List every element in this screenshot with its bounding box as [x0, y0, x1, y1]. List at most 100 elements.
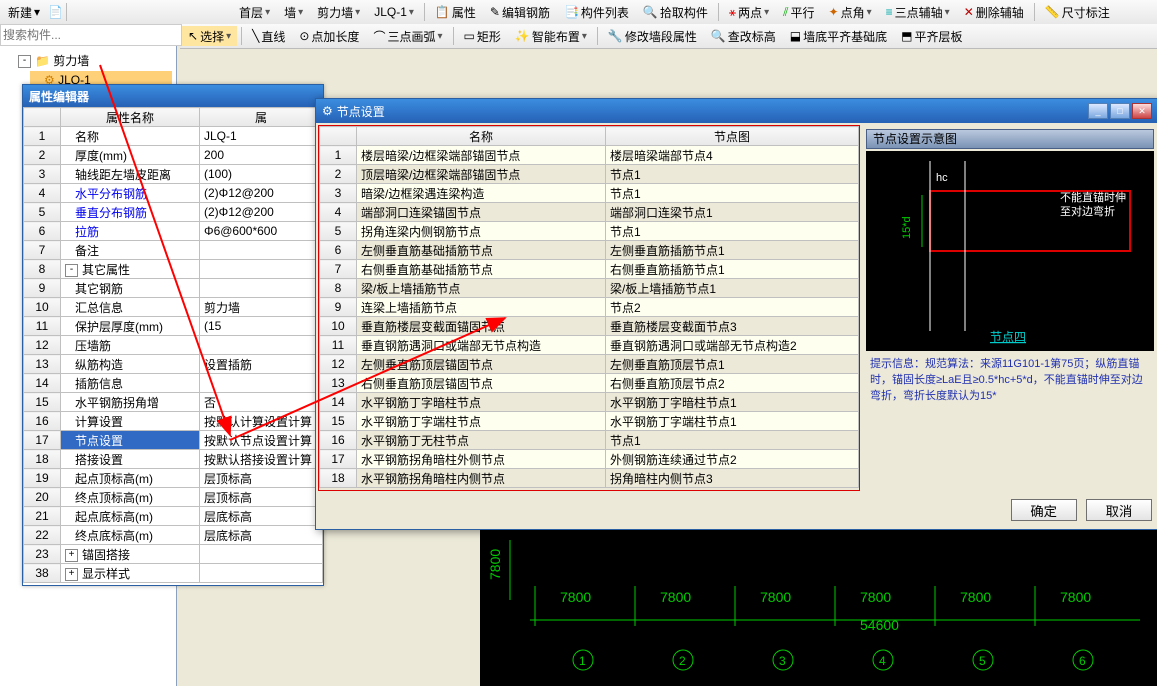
maximize-button[interactable]: □: [1110, 103, 1130, 119]
two-point-button[interactable]: ⚹两点: [723, 2, 775, 22]
search-input[interactable]: [0, 24, 182, 46]
prop-value[interactable]: 按默认搭接设置计算: [200, 450, 323, 469]
node-name[interactable]: 右侧垂直筋顶层锚固节点: [357, 374, 606, 393]
ok-button[interactable]: 确定: [1011, 499, 1077, 521]
node-img-value[interactable]: 垂直筋楼层变截面节点3: [606, 317, 859, 336]
node-img-value[interactable]: 水平钢筋丁字端柱节点1: [606, 412, 859, 431]
node-img-value[interactable]: 外侧钢筋连续通过节点2: [606, 450, 859, 469]
prop-value[interactable]: [200, 374, 323, 393]
node-img-value[interactable]: 楼层暗梁端部节点4: [606, 146, 859, 165]
prop-name[interactable]: 起点顶标高(m): [61, 469, 200, 488]
node-img-value[interactable]: 端部洞口连梁节点1: [606, 203, 859, 222]
arc-button[interactable]: ⌒三点画弧: [367, 26, 448, 46]
prop-value[interactable]: [200, 260, 323, 279]
node-name[interactable]: 端部洞口连梁锚固节点: [357, 203, 606, 222]
node-img-value[interactable]: 节点1: [606, 431, 859, 450]
close-button[interactable]: ✕: [1132, 103, 1152, 119]
prop-name[interactable]: 起点底标高(m): [61, 507, 200, 526]
prop-name[interactable]: 拉筋: [61, 222, 200, 241]
component-list-button[interactable]: 📑构件列表: [558, 2, 635, 22]
prop-name[interactable]: +显示样式: [61, 564, 200, 583]
three-aux-button[interactable]: ≡三点辅轴: [880, 2, 956, 22]
delete-aux-button[interactable]: ✕删除辅轴: [958, 2, 1030, 22]
prop-value[interactable]: Φ6@600*600: [200, 222, 323, 241]
prop-value[interactable]: 层顶标高: [200, 469, 323, 488]
wall-select[interactable]: 墙: [278, 2, 309, 22]
prop-value[interactable]: (2)Φ12@200: [200, 184, 323, 203]
prop-name[interactable]: 水平钢筋拐角增: [61, 393, 200, 412]
prop-name[interactable]: 厚度(mm): [61, 146, 200, 165]
prop-value[interactable]: 剪力墙: [200, 298, 323, 317]
prop-name[interactable]: +锚固搭接: [61, 545, 200, 564]
node-name[interactable]: 水平钢筋拐角暗柱内侧节点: [357, 469, 606, 488]
prop-name[interactable]: 其它钢筋: [61, 279, 200, 298]
prop-value[interactable]: 否: [200, 393, 323, 412]
prop-name[interactable]: 节点设置: [61, 431, 200, 450]
prop-name[interactable]: 垂直分布钢筋: [61, 203, 200, 222]
pick-button[interactable]: 🔍拾取构件: [637, 2, 714, 22]
smart-layout-button[interactable]: ✨智能布置: [509, 26, 593, 46]
node-name[interactable]: 垂直筋楼层变截面锚固节点: [357, 317, 606, 336]
code-select[interactable]: JLQ-1: [368, 2, 420, 22]
node-name[interactable]: 垂直钢筋遇洞口或端部无节点构造: [357, 336, 606, 355]
point-angle-button[interactable]: ✦点角: [823, 2, 878, 22]
node-name[interactable]: 水平钢筋丁无柱节点: [357, 431, 606, 450]
top-flat-button[interactable]: ⬒平齐层板: [895, 26, 968, 46]
prop-name[interactable]: 轴线距左墙皮距离: [61, 165, 200, 184]
base-flat-button[interactable]: ⬓墙底平齐基础底: [784, 26, 893, 46]
edit-rebar-button[interactable]: ✎编辑钢筋: [484, 2, 556, 22]
prop-name[interactable]: -其它属性: [61, 260, 200, 279]
prop-value[interactable]: 200: [200, 146, 323, 165]
node-name[interactable]: 水平钢筋拐角暗柱外侧节点: [357, 450, 606, 469]
prop-value[interactable]: (100): [200, 165, 323, 184]
prop-value[interactable]: 设置插筋: [200, 355, 323, 374]
prop-value[interactable]: [200, 279, 323, 298]
prop-name[interactable]: 压墙筋: [61, 336, 200, 355]
node-name[interactable]: 左侧垂直筋顶层锚固节点: [357, 355, 606, 374]
node-name[interactable]: 水平钢筋丁字暗柱节点: [357, 393, 606, 412]
node-name[interactable]: 暗梁/边框梁遇连梁构造: [357, 184, 606, 203]
node-img-value[interactable]: 节点1: [606, 222, 859, 241]
node-img-value[interactable]: 拐角暗柱内侧节点3: [606, 469, 859, 488]
prop-name[interactable]: 备注: [61, 241, 200, 260]
prop-value[interactable]: (2)Φ12@200: [200, 203, 323, 222]
parallel-button[interactable]: ⫽平行: [777, 2, 820, 22]
line-button[interactable]: ╲直线: [246, 26, 291, 46]
node-name[interactable]: 右侧垂直筋基础插筋节点: [357, 260, 606, 279]
node-name[interactable]: 水平钢筋丁字端柱节点: [357, 412, 606, 431]
node-img-value[interactable]: 左侧垂直筋插筋节点1: [606, 241, 859, 260]
node-img-value[interactable]: 梁/板上墙插筋节点1: [606, 279, 859, 298]
prop-value[interactable]: JLQ-1: [200, 127, 323, 146]
prop-name[interactable]: 终点底标高(m): [61, 526, 200, 545]
dimension-button[interactable]: 📏尺寸标注: [1039, 2, 1116, 22]
node-name[interactable]: 顶层暗梁/边框梁端部锚固节点: [357, 165, 606, 184]
node-img-value[interactable]: 节点2: [606, 298, 859, 317]
rect-button[interactable]: ▭矩形: [458, 26, 507, 46]
tree-root[interactable]: -📁 剪力墙: [4, 50, 172, 71]
node-img-value[interactable]: 右侧垂直筋顶层节点2: [606, 374, 859, 393]
prop-name[interactable]: 插筋信息: [61, 374, 200, 393]
prop-value[interactable]: 层底标高: [200, 526, 323, 545]
modify-wall-button[interactable]: 🔧修改墙段属性: [602, 26, 703, 46]
node-name[interactable]: 拐角连梁内侧钢筋节点: [357, 222, 606, 241]
prop-name[interactable]: 保护层厚度(mm): [61, 317, 200, 336]
node-name[interactable]: 连梁上墙插筋节点: [357, 298, 606, 317]
prop-name[interactable]: 搭接设置: [61, 450, 200, 469]
properties-button[interactable]: 📋属性: [429, 2, 482, 22]
node-img-value[interactable]: 左侧垂直筋顶层节点1: [606, 355, 859, 374]
prop-name[interactable]: 汇总信息: [61, 298, 200, 317]
prop-value[interactable]: [200, 336, 323, 355]
prop-value[interactable]: 按默认计算设置计算: [200, 412, 323, 431]
prop-name[interactable]: 计算设置: [61, 412, 200, 431]
node-img-value[interactable]: 右侧垂直筋插筋节点1: [606, 260, 859, 279]
prop-value[interactable]: [200, 564, 323, 583]
prop-value[interactable]: 层顶标高: [200, 488, 323, 507]
minimize-button[interactable]: _: [1088, 103, 1108, 119]
cancel-button[interactable]: 取消: [1086, 499, 1152, 521]
select-button[interactable]: ↖选择: [182, 26, 237, 46]
node-name[interactable]: 左侧垂直筋基础插筋节点: [357, 241, 606, 260]
node-name[interactable]: 梁/板上墙插筋节点: [357, 279, 606, 298]
prop-value[interactable]: [200, 241, 323, 260]
node-img-value[interactable]: 节点1: [606, 165, 859, 184]
prop-name[interactable]: 纵筋构造: [61, 355, 200, 374]
